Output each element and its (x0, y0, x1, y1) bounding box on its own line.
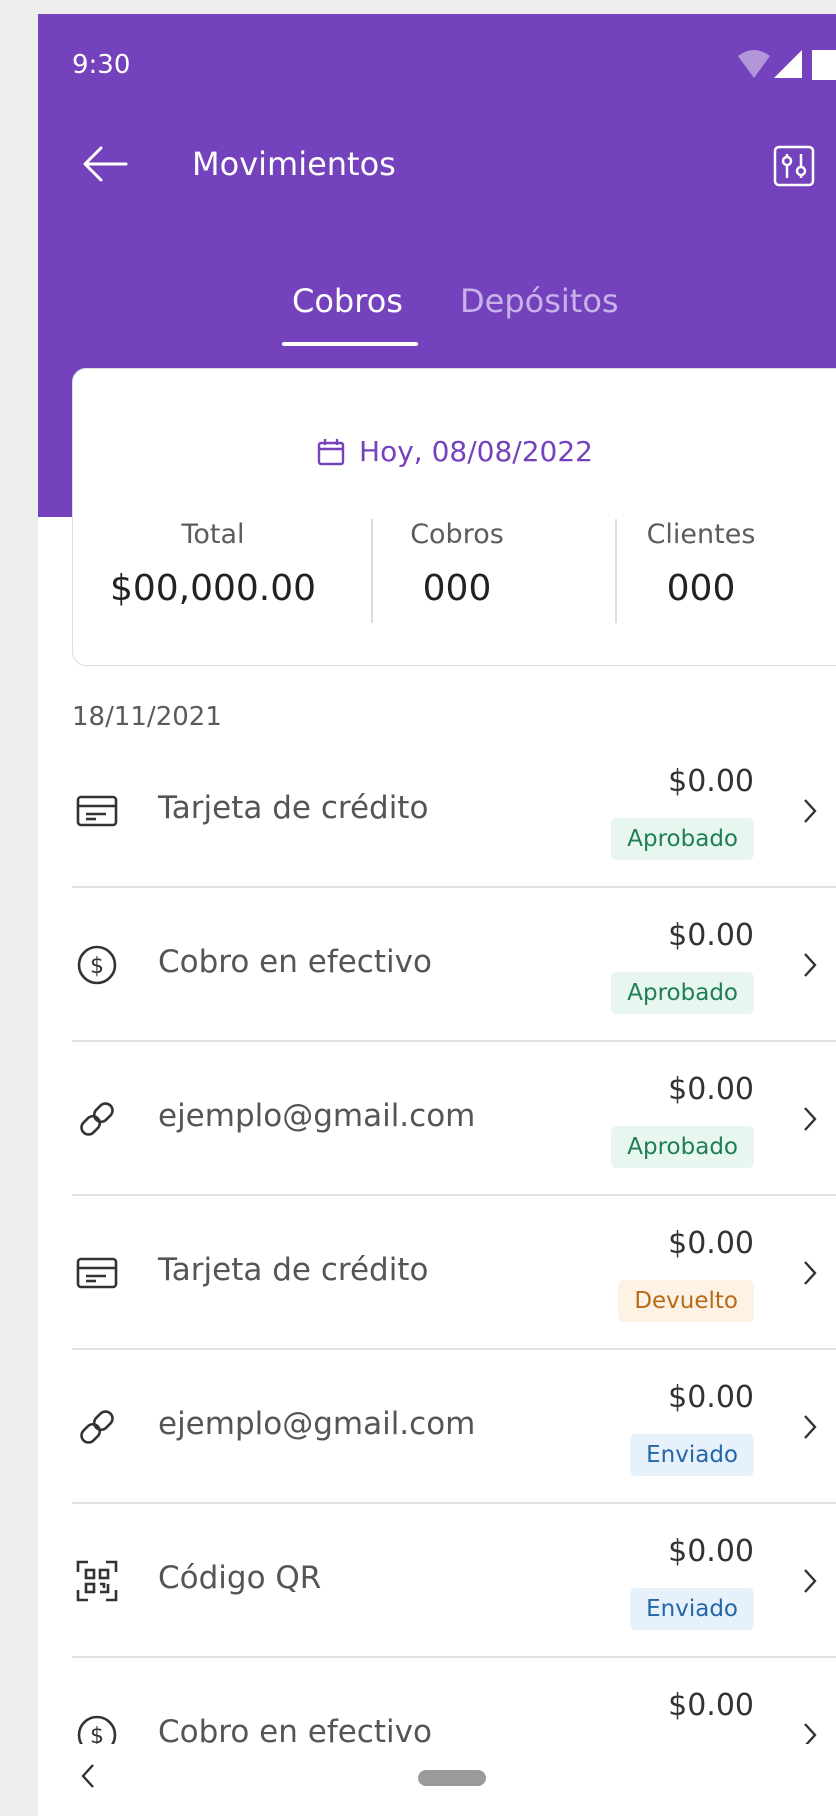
item-label: Código QR (158, 1560, 322, 1596)
filter-button[interactable] (772, 144, 816, 188)
filter-sliders-icon (773, 145, 815, 187)
link-icon (74, 1096, 120, 1142)
status-time: 9:30 (72, 50, 131, 80)
chevron-right-icon (798, 1564, 822, 1598)
summary-card: Hoy, 08/08/2022 Total $00,000.00 Cobros … (72, 368, 836, 666)
list-item[interactable]: $ Cobro en efectivo $0.00 Aprobado (72, 888, 836, 1042)
calendar-icon (317, 438, 345, 465)
status-badge: Enviado (630, 1434, 754, 1476)
list-item[interactable]: Tarjeta de crédito $0.00 Devuelto (72, 1196, 836, 1350)
stat-label: Clientes (646, 519, 756, 550)
status-badge: Devuelto (618, 1280, 754, 1322)
item-amount: $0.00 (668, 1226, 754, 1261)
date-selector[interactable]: Hoy, 08/08/2022 (73, 435, 836, 468)
arrow-left-icon (83, 146, 128, 182)
tab-depositos[interactable]: Depósitos (460, 282, 619, 320)
chevron-right-icon (798, 1256, 822, 1290)
tab-bar: Cobros Depósitos (38, 276, 836, 352)
list-item[interactable]: ejemplo@gmail.com $0.00 Enviado (72, 1350, 836, 1504)
item-amount: $0.00 (668, 1534, 754, 1569)
stat-value: 000 (422, 568, 492, 609)
stat-label: Cobros (410, 519, 504, 550)
app-bar: Movimientos (38, 124, 836, 204)
item-amount: $0.00 (668, 1688, 754, 1723)
chevron-right-icon (798, 948, 822, 982)
chevron-left-icon (81, 1764, 94, 1788)
system-nav-bar (38, 1744, 836, 1816)
stat-clientes: Clientes 000 (579, 519, 823, 609)
status-badge: Aprobado (611, 1126, 754, 1168)
battery-icon (812, 50, 836, 80)
credit-card-icon (74, 1250, 120, 1296)
item-label: Cobro en efectivo (158, 944, 432, 980)
page-title: Movimientos (192, 145, 396, 183)
item-label: ejemplo@gmail.com (158, 1098, 476, 1134)
phone-screen: 9:30 Movimientos Cobros Depósitos Hoy, 0… (38, 14, 836, 1816)
status-icons (738, 46, 836, 82)
stat-value: 000 (666, 568, 736, 609)
list-item[interactable]: Tarjeta de crédito $0.00 Aprobado (72, 734, 836, 888)
list-item[interactable]: ejemplo@gmail.com $0.00 Aprobado (72, 1042, 836, 1196)
back-button[interactable] (78, 140, 132, 188)
date-label: Hoy, 08/08/2022 (359, 435, 593, 468)
tab-cobros[interactable]: Cobros (292, 282, 403, 320)
dollar-circle-icon: $ (74, 942, 120, 988)
status-badge: Aprobado (611, 972, 754, 1014)
stat-cobros: Cobros 000 (335, 519, 579, 609)
status-badge: Aprobado (611, 818, 754, 860)
item-label: Tarjeta de crédito (158, 1252, 429, 1288)
home-handle[interactable] (418, 1770, 486, 1786)
stat-value: $00,000.00 (109, 568, 317, 609)
credit-card-icon (74, 788, 120, 834)
stat-label: Total (181, 519, 245, 550)
item-label: Tarjeta de crédito (158, 790, 429, 826)
signal-icon (774, 50, 802, 78)
chevron-right-icon (798, 1410, 822, 1444)
item-amount: $0.00 (668, 1072, 754, 1107)
chevron-right-icon (798, 1102, 822, 1136)
nav-back-button[interactable] (68, 1756, 108, 1796)
active-tab-indicator (282, 342, 418, 346)
status-badge: Enviado (630, 1588, 754, 1630)
item-amount: $0.00 (668, 918, 754, 953)
wifi-icon (738, 50, 770, 78)
link-icon (74, 1404, 120, 1450)
svg-text:$: $ (90, 954, 104, 979)
stat-total: Total $00,000.00 (91, 519, 335, 609)
item-amount: $0.00 (668, 1380, 754, 1415)
status-bar: 9:30 (38, 14, 836, 92)
list-group-date: 18/11/2021 (72, 702, 222, 732)
item-label: ejemplo@gmail.com (158, 1406, 476, 1442)
qr-code-icon (74, 1558, 120, 1604)
chevron-right-icon (798, 794, 822, 828)
list-item[interactable]: Código QR $0.00 Enviado (72, 1504, 836, 1658)
item-amount: $0.00 (668, 764, 754, 799)
